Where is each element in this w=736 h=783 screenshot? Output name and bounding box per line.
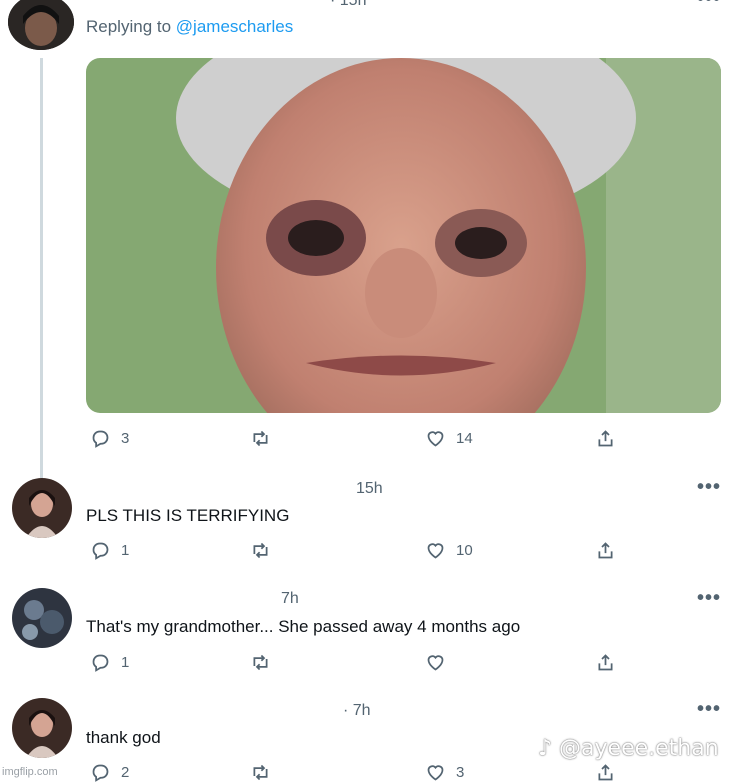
avatar[interactable] [8,0,74,50]
share-button[interactable] [595,762,616,783]
thread-line [40,58,43,478]
post-photo[interactable] [86,58,721,413]
share-icon [598,430,613,447]
retweet-button[interactable] [250,428,271,449]
reply-timestamp: 7h [281,590,299,607]
share-icon [598,764,613,781]
like-icon [427,655,444,671]
more-icon[interactable]: ••• [697,587,721,610]
like-count: 3 [456,764,465,781]
avatar[interactable] [12,698,72,758]
reply-icon [92,430,109,448]
share-icon [598,542,613,559]
reply-icon [92,542,109,560]
reply-timestamp: 15h [356,480,383,497]
tiktok-watermark: ♪ @ayeee.ethan [538,736,719,761]
reply-button[interactable]: 2 [90,762,129,783]
replying-to: Replying to @jamescharles [86,17,293,37]
retweet-icon [253,542,268,559]
reply-count: 1 [121,542,130,559]
like-button[interactable] [425,652,456,673]
share-button[interactable] [595,652,616,673]
reply-text: PLS THIS IS TERRIFYING [86,506,290,525]
reply-icon [92,654,109,672]
replying-prefix: Replying to [86,17,172,36]
retweet-button[interactable] [250,652,271,673]
imgflip-watermark: imgflip.com [2,766,58,778]
more-icon[interactable]: ••• [697,476,721,499]
retweet-icon [253,764,268,781]
reply-count: 1 [121,654,130,671]
share-icon [598,654,613,671]
retweet-button[interactable] [250,762,271,783]
avatar[interactable] [12,588,72,648]
more-icon[interactable]: ••• [697,698,721,721]
photo-elderly-woman [86,58,721,413]
like-icon [427,431,444,447]
reply-text: That's my grandmother... She passed away… [86,617,521,636]
reply-icon [92,764,109,782]
reply-text: thank god [86,728,161,747]
retweet-icon [253,654,268,671]
replying-handle[interactable]: @jamescharles [176,17,293,36]
reply-timestamp: · 7h [343,702,371,719]
retweet-button[interactable] [250,540,271,561]
like-count: 14 [456,430,473,447]
share-button[interactable] [595,540,616,561]
like-count: 10 [456,542,473,559]
like-icon [427,765,444,781]
retweet-icon [253,430,268,447]
post-timestamp: · 15h [330,0,367,9]
reply-button[interactable]: 1 [90,540,129,561]
like-icon [427,543,444,559]
like-button[interactable]: 3 [425,762,464,783]
reply-count: 3 [121,430,130,447]
reply-button[interactable]: 3 [90,428,129,449]
reply-button[interactable]: 1 [90,652,129,673]
avatar[interactable] [12,478,72,538]
reply-count: 2 [121,764,130,781]
share-button[interactable] [595,428,616,449]
more-icon[interactable]: ••• [697,0,721,11]
like-button[interactable]: 14 [425,428,473,449]
like-button[interactable]: 10 [425,540,473,561]
